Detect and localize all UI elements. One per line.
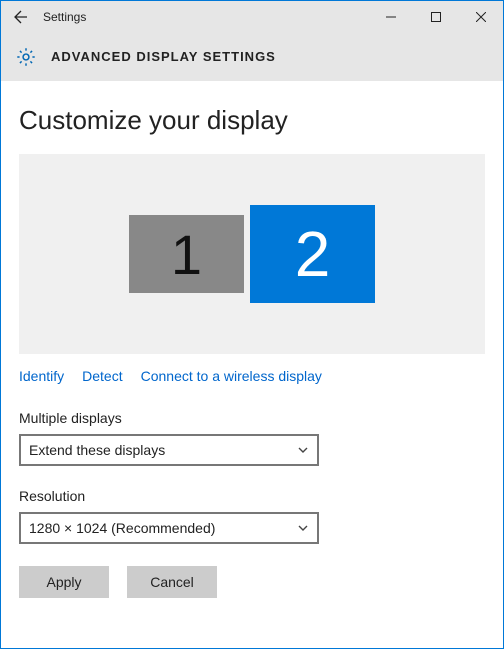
- detect-link[interactable]: Detect: [82, 368, 122, 384]
- maximize-button[interactable]: [413, 1, 458, 33]
- monitor-1[interactable]: 1: [129, 215, 244, 293]
- resolution-value: 1280 × 1024 (Recommended): [29, 520, 215, 536]
- identify-link[interactable]: Identify: [19, 368, 64, 384]
- display-links: Identify Detect Connect to a wireless di…: [19, 368, 485, 384]
- chevron-down-icon: [297, 444, 309, 456]
- page-header: ADVANCED DISPLAY SETTINGS: [1, 33, 503, 81]
- content-area: Customize your display 1 2 Identify Dete…: [1, 81, 503, 616]
- minimize-button[interactable]: [368, 1, 413, 33]
- maximize-icon: [431, 12, 441, 22]
- gear-icon: [15, 46, 37, 68]
- minimize-icon: [386, 12, 396, 22]
- multiple-displays-value: Extend these displays: [29, 442, 165, 458]
- button-row: Apply Cancel: [19, 566, 485, 598]
- monitor-2[interactable]: 2: [250, 205, 375, 303]
- titlebar: Settings: [1, 1, 503, 33]
- chevron-down-icon: [297, 522, 309, 534]
- apply-button[interactable]: Apply: [19, 566, 109, 598]
- header-title: ADVANCED DISPLAY SETTINGS: [51, 49, 276, 64]
- back-button[interactable]: [1, 1, 41, 33]
- close-icon: [476, 12, 486, 22]
- display-arrangement-area[interactable]: 1 2: [19, 154, 485, 354]
- back-arrow-icon: [13, 9, 29, 25]
- cancel-button[interactable]: Cancel: [127, 566, 217, 598]
- resolution-label: Resolution: [19, 488, 485, 504]
- resolution-select[interactable]: 1280 × 1024 (Recommended): [19, 512, 319, 544]
- page-title: Customize your display: [19, 105, 485, 136]
- multiple-displays-select[interactable]: Extend these displays: [19, 434, 319, 466]
- multiple-displays-label: Multiple displays: [19, 410, 485, 426]
- window-title: Settings: [43, 10, 86, 24]
- close-button[interactable]: [458, 1, 503, 33]
- wireless-display-link[interactable]: Connect to a wireless display: [141, 368, 322, 384]
